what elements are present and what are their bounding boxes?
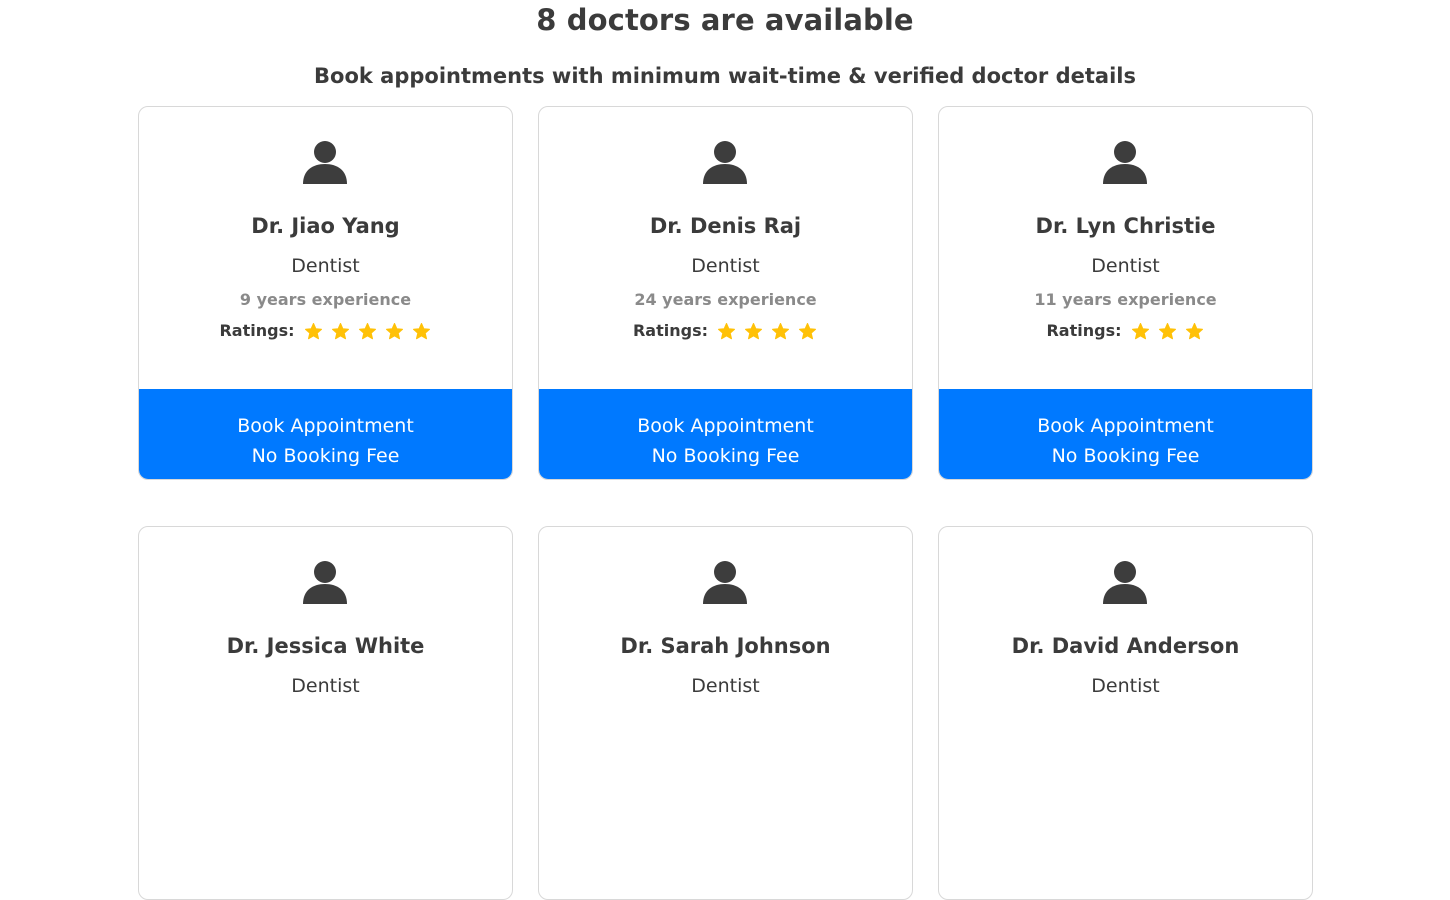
doctor-specialty: Dentist: [691, 675, 760, 697]
doctor-card-grid: Dr. Jiao Yang Dentist 9 years experience…: [138, 106, 1313, 900]
star-icon: [304, 322, 322, 339]
doctor-specialty: Dentist: [691, 255, 760, 277]
doctor-experience: 9 years experience: [239, 290, 412, 309]
doctor-name: Dr. David Anderson: [1011, 634, 1240, 658]
doctor-card: Dr. Sarah Johnson Dentist: [538, 526, 913, 900]
doctor-experience: 24 years experience: [634, 290, 817, 309]
no-booking-fee-label: No Booking Fee: [1051, 445, 1200, 467]
star-icon: [744, 322, 763, 339]
star-icon: [798, 322, 817, 339]
user-avatar-icon: [303, 141, 347, 184]
doctor-card: Dr. Jiao Yang Dentist 9 years experience…: [138, 106, 513, 480]
doctor-card: Dr. David Anderson Dentist: [938, 526, 1313, 900]
doctor-experience: 11 years experience: [1034, 290, 1217, 309]
doctor-name: Dr. Lyn Christie: [1035, 214, 1216, 238]
doctor-card: Dr. Jessica White Dentist: [138, 526, 513, 900]
ratings-label: Ratings:: [219, 321, 295, 340]
book-appointment-label: Book Appointment: [637, 415, 814, 437]
doctor-specialty: Dentist: [291, 255, 360, 277]
doctor-name: Dr. Sarah Johnson: [620, 634, 831, 658]
ratings-row: Ratings:: [939, 320, 1312, 342]
user-avatar-icon: [303, 561, 347, 604]
doctor-name: Dr. Jessica White: [226, 634, 425, 658]
book-appointment-button[interactable]: Book Appointment No Booking Fee: [539, 389, 912, 479]
page-subtitle: Book appointments with minimum wait-time…: [314, 64, 1136, 88]
doctor-card: Dr. Denis Raj Dentist 24 years experienc…: [538, 106, 913, 480]
ratings-row: Ratings:: [539, 320, 912, 342]
book-appointment-button[interactable]: Book Appointment No Booking Fee: [939, 389, 1312, 479]
book-appointment-label: Book Appointment: [1037, 415, 1214, 437]
no-booking-fee-label: No Booking Fee: [251, 445, 400, 467]
doctor-specialty: Dentist: [291, 675, 360, 697]
star-icon: [1158, 322, 1176, 339]
star-icon: [385, 322, 403, 339]
star-icon: [358, 322, 376, 339]
user-avatar-icon: [1103, 141, 1147, 184]
doctor-card: Dr. Lyn Christie Dentist 11 years experi…: [938, 106, 1313, 480]
user-avatar-icon: [1103, 561, 1147, 604]
star-icon: [331, 322, 349, 339]
doctor-name: Dr. Denis Raj: [649, 214, 802, 238]
ratings-label: Ratings:: [632, 321, 708, 340]
doctor-specialty: Dentist: [1091, 675, 1160, 697]
ratings-row: Ratings:: [139, 320, 512, 342]
no-booking-fee-label: No Booking Fee: [651, 445, 800, 467]
user-avatar-icon: [703, 561, 747, 604]
book-appointment-button[interactable]: Book Appointment No Booking Fee: [139, 389, 512, 479]
star-icon: [1185, 322, 1203, 339]
doctor-specialty: Dentist: [1091, 255, 1160, 277]
ratings-label: Ratings:: [1046, 321, 1122, 340]
star-icon: [412, 322, 430, 339]
star-icon: [717, 322, 736, 339]
doctor-name: Dr. Jiao Yang: [251, 214, 400, 238]
user-avatar-icon: [703, 141, 747, 184]
star-icon: [1131, 322, 1149, 339]
page-title: 8 doctors are available: [536, 3, 914, 37]
star-icon: [771, 322, 790, 339]
book-appointment-label: Book Appointment: [237, 415, 414, 437]
